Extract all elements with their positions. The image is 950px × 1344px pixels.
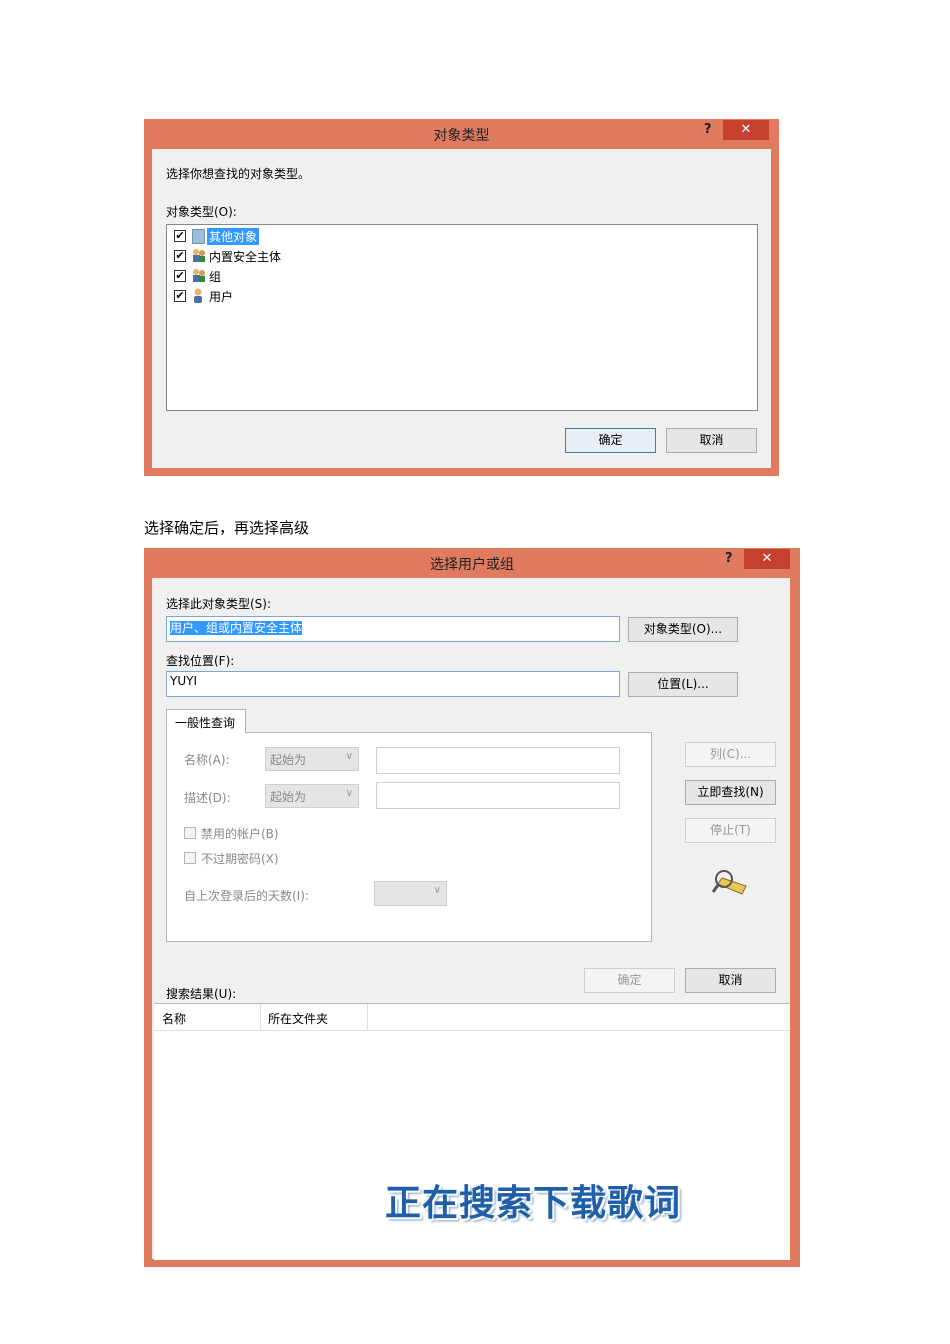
- list-item-label[interactable]: 组: [209, 268, 221, 285]
- cancel-button[interactable]: 取消: [685, 968, 776, 993]
- name-match-combo[interactable]: 起始为 ∨: [265, 747, 359, 771]
- description-label: 描述(D):: [184, 791, 231, 805]
- checkbox-builtin-principals[interactable]: ✔: [174, 250, 186, 262]
- name-label: 名称(A):: [184, 753, 230, 767]
- stop-button[interactable]: 停止(T): [685, 818, 776, 843]
- results-table[interactable]: 名称 所在文件夹 正在搜索下载歌词: [154, 1003, 790, 1260]
- name-input[interactable]: [376, 747, 620, 774]
- chevron-down-icon: ∨: [345, 751, 353, 762]
- dialog-body: 选择此对象类型(S): 用户、组或内置安全主体 对象类型(O)... 查找位置(…: [152, 578, 790, 1260]
- search-flashlight-icon: [711, 868, 750, 898]
- non-expiring-password-label: 不过期密码(X): [201, 852, 279, 866]
- object-type-field[interactable]: 用户、组或内置安全主体: [166, 616, 620, 642]
- column-header-label: 所在文件夹: [268, 1012, 329, 1026]
- tab-general-queries[interactable]: 一般性查询: [166, 709, 246, 733]
- location-field[interactable]: YUYI: [166, 671, 620, 697]
- prompt-text: 选择你想查找的对象类型。: [166, 167, 311, 181]
- column-header-folder[interactable]: 所在文件夹: [260, 1004, 368, 1030]
- object-types-list[interactable]: ✔ 其他对象 ✔ 内置安全主体 ✔ 组 ✔ 用户: [166, 224, 758, 411]
- loading-overlay-text: 正在搜索下载歌词: [385, 1183, 682, 1224]
- column-header-name[interactable]: 名称: [154, 1004, 261, 1030]
- checkbox-other-objects[interactable]: ✔: [174, 230, 186, 242]
- description-match-combo[interactable]: 起始为 ∨: [265, 784, 359, 808]
- caption-text: 选择确定后，再选择高级: [144, 519, 310, 537]
- column-header-label: 名称: [162, 1012, 187, 1026]
- dialog-title: 对象类型: [433, 128, 490, 144]
- columns-button[interactable]: 列(C)...: [685, 742, 776, 767]
- list-item-label[interactable]: 内置安全主体: [209, 248, 281, 265]
- checkbox-groups[interactable]: ✔: [174, 270, 186, 282]
- object-types-label: 对象类型(O):: [166, 205, 237, 219]
- ok-button[interactable]: 确定: [565, 428, 656, 453]
- search-results-label: 搜索结果(U):: [166, 987, 237, 1001]
- disabled-accounts-checkbox[interactable]: [184, 827, 196, 839]
- non-expiring-password-checkbox[interactable]: [184, 852, 196, 864]
- description-input[interactable]: [376, 782, 620, 809]
- description-combo-value: 起始为: [270, 790, 307, 804]
- locations-button[interactable]: 位置(L)...: [628, 672, 738, 697]
- object-types-dialog: 对象类型 ? ✕ 选择你想查找的对象类型。 对象类型(O): ✔ 其他对象 ✔ …: [144, 119, 779, 476]
- list-item-label[interactable]: 其他对象: [207, 228, 260, 245]
- table-header: 名称 所在文件夹: [154, 1004, 790, 1031]
- chevron-down-icon: ∨: [433, 885, 441, 896]
- object-type-label: 选择此对象类型(S):: [166, 597, 272, 611]
- object-types-button[interactable]: 对象类型(O)...: [628, 617, 738, 642]
- disabled-accounts-label: 禁用的帐户(B): [201, 827, 279, 841]
- location-label: 查找位置(F):: [166, 654, 235, 668]
- query-panel: 名称(A): 起始为 ∨ 描述(D): 起始为 ∨ 禁用的帐户(B) 不过期密码…: [166, 732, 652, 942]
- title-bar: 对象类型 ? ✕: [144, 119, 779, 149]
- list-item-label[interactable]: 用户: [209, 288, 233, 305]
- days-since-logon-combo[interactable]: ∨: [374, 881, 447, 906]
- help-button[interactable]: ?: [704, 122, 712, 137]
- object-type-value: 用户、组或内置安全主体: [170, 621, 303, 635]
- cancel-button[interactable]: 取消: [666, 428, 757, 453]
- group-icon: [191, 268, 206, 283]
- close-button[interactable]: ✕: [744, 549, 790, 569]
- user-icon: [192, 288, 204, 303]
- dialog-body: 选择你想查找的对象类型。 对象类型(O): ✔ 其他对象 ✔ 内置安全主体 ✔ …: [152, 149, 771, 468]
- generic-object-icon: [192, 229, 205, 244]
- select-users-dialog: 选择用户或组 ? ✕ 选择此对象类型(S): 用户、组或内置安全主体 对象类型(…: [144, 548, 800, 1267]
- ok-button[interactable]: 确定: [584, 968, 675, 993]
- security-principal-icon: [191, 248, 206, 263]
- close-button[interactable]: ✕: [723, 120, 769, 140]
- dialog-title: 选择用户或组: [430, 557, 514, 573]
- checkbox-users[interactable]: ✔: [174, 290, 186, 302]
- help-button[interactable]: ?: [725, 551, 733, 566]
- days-since-logon-label: 自上次登录后的天数(I):: [184, 889, 309, 903]
- tab-label: 一般性查询: [175, 716, 236, 730]
- chevron-down-icon: ∨: [345, 788, 353, 799]
- title-bar: 选择用户或组 ? ✕: [144, 548, 800, 578]
- name-combo-value: 起始为: [270, 753, 307, 767]
- find-now-button[interactable]: 立即查找(N): [685, 780, 776, 805]
